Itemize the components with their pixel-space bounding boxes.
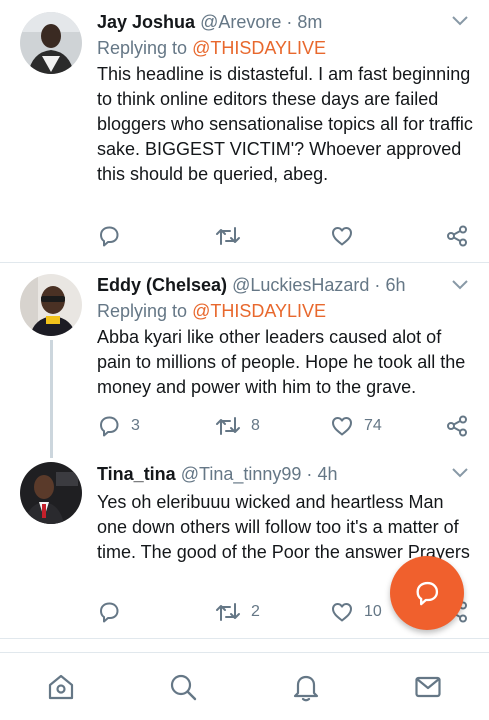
notifications-icon (293, 675, 319, 702)
nav-search-button[interactable] (167, 671, 199, 703)
separator-dot: · (306, 464, 313, 484)
tweet-text: Abba kyari like other leaders caused alo… (97, 327, 466, 397)
retweet-count: 8 (251, 417, 260, 434)
author-name[interactable]: Jay Joshua (97, 12, 195, 32)
share-icon (447, 225, 467, 247)
tweet-time: 6h (385, 275, 406, 295)
author-name[interactable]: Tina_tina (97, 464, 176, 484)
retweet-button[interactable] (215, 222, 251, 250)
retweet-icon (216, 603, 240, 621)
retweet-icon (216, 227, 240, 245)
tweet-time: 8m (297, 12, 323, 32)
tweet-text: Yes oh eleribuuu wicked and heartless Ma… (97, 492, 470, 562)
share-button[interactable] (445, 412, 469, 440)
messages-icon (415, 676, 441, 698)
avatar[interactable] (20, 12, 82, 74)
home-icon (48, 674, 74, 700)
tweet-time: 4h (317, 464, 338, 484)
retweet-button[interactable]: 8 (215, 412, 260, 440)
author-handle[interactable]: @LuckiesHazard (232, 275, 369, 295)
heart-icon (332, 417, 352, 436)
nav-home-button[interactable] (45, 671, 77, 703)
reply-button[interactable] (97, 598, 131, 626)
heart-icon (332, 227, 352, 246)
tweet-jay-joshua[interactable]: Jay Joshua @Arevore · 8m Replying to @TH… (0, 0, 489, 262)
separator-dot: · (374, 275, 381, 295)
tweet-eddy-chelsea[interactable]: Eddy (Chelsea) @LuckiesHazard · 6h Reply… (0, 263, 489, 454)
separator-dot: · (286, 12, 293, 32)
retweet-button[interactable]: 2 (215, 598, 260, 626)
reply-icon (100, 602, 119, 623)
bottom-navigation (0, 652, 489, 720)
avatar[interactable] (20, 274, 82, 336)
replying-to-mention[interactable]: @THISDAYLIVE (192, 301, 326, 321)
share-icon (447, 415, 467, 437)
like-button[interactable] (330, 222, 364, 250)
replying-to: Replying to @THISDAYLIVE (97, 36, 475, 60)
chevron-down-icon[interactable] (451, 14, 469, 28)
reply-count: 3 (131, 417, 140, 434)
author-handle[interactable]: @Arevore (200, 12, 281, 32)
nav-messages-button[interactable] (412, 671, 444, 703)
thread-connector-line (50, 340, 53, 458)
like-button[interactable]: 74 (330, 412, 382, 440)
reply-icon (100, 416, 119, 437)
retweet-count: 2 (251, 603, 260, 620)
author-name[interactable]: Eddy (Chelsea) (97, 275, 227, 295)
chevron-down-icon[interactable] (451, 466, 469, 480)
reply-icon (100, 226, 119, 247)
heart-icon (332, 603, 352, 622)
tweet-divider (0, 638, 489, 639)
tweet-text: This headline is distasteful. I am fast … (97, 64, 473, 184)
like-count: 74 (364, 417, 382, 434)
like-count: 10 (364, 603, 382, 620)
reply-button[interactable]: 3 (97, 412, 140, 440)
compose-reply-icon (416, 581, 439, 606)
replying-to-mention[interactable]: @THISDAYLIVE (192, 38, 326, 58)
reply-button[interactable] (97, 222, 131, 250)
replying-to: Replying to @THISDAYLIVE (97, 299, 475, 323)
share-button[interactable] (445, 222, 469, 250)
chevron-down-icon[interactable] (451, 278, 469, 292)
retweet-icon (216, 417, 240, 435)
search-icon (170, 674, 197, 701)
like-button[interactable]: 10 (330, 598, 382, 626)
replying-to-label: Replying to (97, 38, 193, 58)
compose-reply-button[interactable] (390, 556, 464, 630)
nav-notifications-button[interactable] (290, 671, 322, 703)
replying-to-label: Replying to (97, 301, 193, 321)
avatar[interactable] (20, 462, 82, 524)
author-handle[interactable]: @Tina_tinny99 (181, 464, 302, 484)
